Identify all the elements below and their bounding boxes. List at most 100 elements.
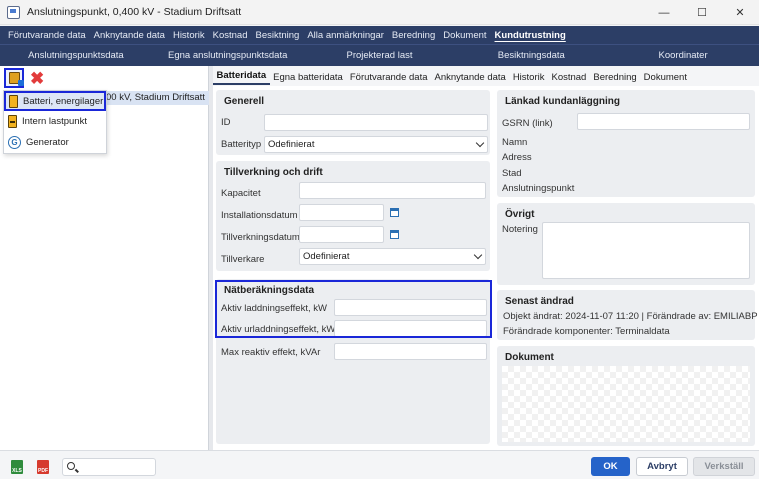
tree-toolbar: ✖	[4, 68, 44, 88]
menu-item-batteri[interactable]: Batteri, energilager	[4, 91, 106, 111]
title-bar: Anslutningspunkt, 0,400 kV - Stadium Dri…	[0, 0, 759, 25]
app-icon	[7, 5, 20, 19]
chevron-down-icon	[475, 138, 485, 148]
tillverkare-select[interactable]: Odefinierat	[299, 248, 486, 265]
menu-beredning[interactable]: Beredning	[388, 30, 439, 41]
delete-icon[interactable]: ✖	[30, 70, 44, 87]
anslutningspunkt-label: Anslutningspunkt	[502, 183, 575, 194]
window-controls: — ☐ ✕	[645, 0, 759, 25]
detail-content: Generell ID Batterityp Odefinierat Tillv…	[213, 86, 759, 450]
batterityp-label: Batterityp	[221, 139, 262, 150]
stad-label: Stad	[502, 168, 522, 179]
gsrn-label: GSRN (link)	[502, 118, 553, 129]
menu-dokument[interactable]: Dokument	[439, 30, 490, 41]
footer-bar: XLS PDF OK Avbryt Verkställ	[0, 450, 759, 479]
document-drop-area[interactable]	[502, 366, 750, 442]
panel-title: Tillverkning och drift	[224, 167, 323, 178]
submenu-anslutningspunktsdata[interactable]: Anslutningspunktsdata	[0, 50, 152, 61]
detail-tabs: Batteridata Egna batteridata Förutvarand…	[213, 68, 759, 86]
submenu-projekterad-last[interactable]: Projekterad last	[304, 50, 456, 61]
search-input[interactable]	[62, 458, 156, 476]
reaktiv-input[interactable]	[334, 343, 487, 360]
highlight-frame	[215, 280, 492, 338]
senast-andrad-line2: Förändrade komponenter: Terminaldata	[503, 326, 670, 337]
excel-export-icon[interactable]: XLS	[11, 460, 23, 474]
menu-item-label: Generator	[26, 137, 69, 148]
tab-egna-batteridata[interactable]: Egna batteridata	[270, 72, 347, 83]
submenu-egna-anslutningspunktsdata[interactable]: Egna anslutningspunktsdata	[152, 50, 304, 61]
batterityp-value: Odefinierat	[268, 139, 315, 150]
batterityp-select[interactable]: Odefinierat	[264, 136, 488, 153]
kapacitet-input[interactable]	[299, 182, 486, 199]
tab-batteridata[interactable]: Batteridata	[213, 70, 270, 85]
panel-title: Dokument	[505, 352, 554, 363]
calendar-icon[interactable]	[390, 208, 399, 217]
cancel-button[interactable]: Avbryt	[636, 457, 688, 476]
namn-label: Namn	[502, 137, 528, 148]
tillverkningsdatum-label: Tillverkningsdatum	[221, 232, 300, 243]
kapacitet-label: Kapacitet	[221, 188, 261, 199]
maximize-button[interactable]: ☐	[683, 0, 721, 25]
add-component-button[interactable]	[4, 68, 24, 88]
panel-lankad: Länkad kundanläggning GSRN (link) Namn A…	[497, 90, 755, 197]
panel-title: Länkad kundanläggning	[505, 96, 621, 107]
menu-item-label: Batteri, energilager	[23, 95, 104, 107]
add-component-menu: Batteri, energilager Intern lastpunkt G …	[3, 90, 107, 154]
tab-beredning[interactable]: Beredning	[590, 72, 640, 83]
load-point-icon	[8, 115, 17, 128]
tab-kostnad[interactable]: Kostnad	[548, 72, 590, 83]
tillverkningsdatum-input[interactable]	[299, 226, 384, 243]
apply-button[interactable]: Verkställ	[693, 457, 755, 476]
sub-menu-bar: Anslutningspunktsdata Egna anslutningspu…	[0, 44, 759, 66]
menu-besiktning[interactable]: Besiktning	[252, 30, 304, 41]
reaktiv-label: Max reaktiv effekt, kVAr	[221, 347, 321, 358]
menu-forutvarande-data[interactable]: Förutvarande data	[4, 30, 90, 41]
menu-kostnad[interactable]: Kostnad	[209, 30, 252, 41]
tillverkare-value: Odefinierat	[303, 251, 350, 262]
notering-label: Notering	[502, 224, 538, 235]
pdf-export-icon[interactable]: PDF	[37, 460, 49, 474]
generator-icon: G	[8, 136, 21, 149]
panel-ovrigt: Övrigt Notering	[497, 203, 755, 285]
window-title: Anslutningspunkt, 0,400 kV - Stadium Dri…	[27, 6, 242, 18]
tab-dokument[interactable]: Dokument	[640, 72, 690, 83]
panel-senast-andrad: Senast ändrad Objekt ändrat: 2024-11-07 …	[497, 290, 758, 340]
tab-historik[interactable]: Historik	[509, 72, 548, 83]
installationsdatum-input[interactable]	[299, 204, 384, 221]
tillverkare-label: Tillverkare	[221, 254, 265, 265]
id-input[interactable]	[264, 114, 488, 131]
add-component-icon	[8, 72, 24, 86]
ok-button[interactable]: OK	[591, 457, 630, 476]
menu-anknytande-data[interactable]: Anknytande data	[90, 30, 169, 41]
menu-bar: Förutvarande data Anknytande data Histor…	[0, 26, 759, 44]
menu-historik[interactable]: Historik	[169, 30, 209, 41]
gsrn-input[interactable]	[577, 113, 750, 130]
adress-label: Adress	[502, 152, 532, 163]
search-icon	[67, 462, 75, 470]
panel-dokument: Dokument	[497, 346, 755, 446]
panel-generell: Generell ID Batterityp Odefinierat	[216, 90, 490, 155]
notering-textarea[interactable]	[542, 222, 750, 279]
chevron-down-icon	[473, 250, 483, 260]
submenu-koordinater[interactable]: Koordinater	[607, 50, 759, 61]
panel-title: Generell	[224, 96, 265, 107]
submenu-besiktningsdata[interactable]: Besiktningsdata	[455, 50, 607, 61]
senast-andrad-line1: Objekt ändrat: 2024-11-07 11:20 | Föränd…	[503, 311, 758, 322]
installationsdatum-label: Installationsdatum	[221, 210, 298, 221]
close-button[interactable]: ✕	[721, 0, 759, 25]
tab-forutvarande-data[interactable]: Förutvarande data	[346, 72, 431, 83]
tree-item-anslutningspunkt[interactable]: 00 kV, Stadium Driftsatt	[100, 91, 209, 105]
battery-icon	[9, 94, 18, 108]
panel-title: Senast ändrad	[505, 296, 574, 307]
menu-item-label: Intern lastpunkt	[22, 116, 87, 127]
panel-tillverkning: Tillverkning och drift Kapacitet Install…	[216, 161, 490, 271]
calendar-icon[interactable]	[390, 230, 399, 239]
panel-title: Övrigt	[505, 209, 535, 220]
menu-kundutrustning[interactable]: Kundutrustning	[491, 30, 570, 41]
minimize-button[interactable]: —	[645, 0, 683, 25]
menu-item-intern-lastpunkt[interactable]: Intern lastpunkt	[4, 111, 106, 132]
menu-alla-anmarkningar[interactable]: Alla anmärkningar	[303, 30, 388, 41]
tab-anknytande-data[interactable]: Anknytande data	[431, 72, 509, 83]
menu-item-generator[interactable]: G Generator	[4, 132, 106, 153]
id-label: ID	[221, 117, 231, 128]
